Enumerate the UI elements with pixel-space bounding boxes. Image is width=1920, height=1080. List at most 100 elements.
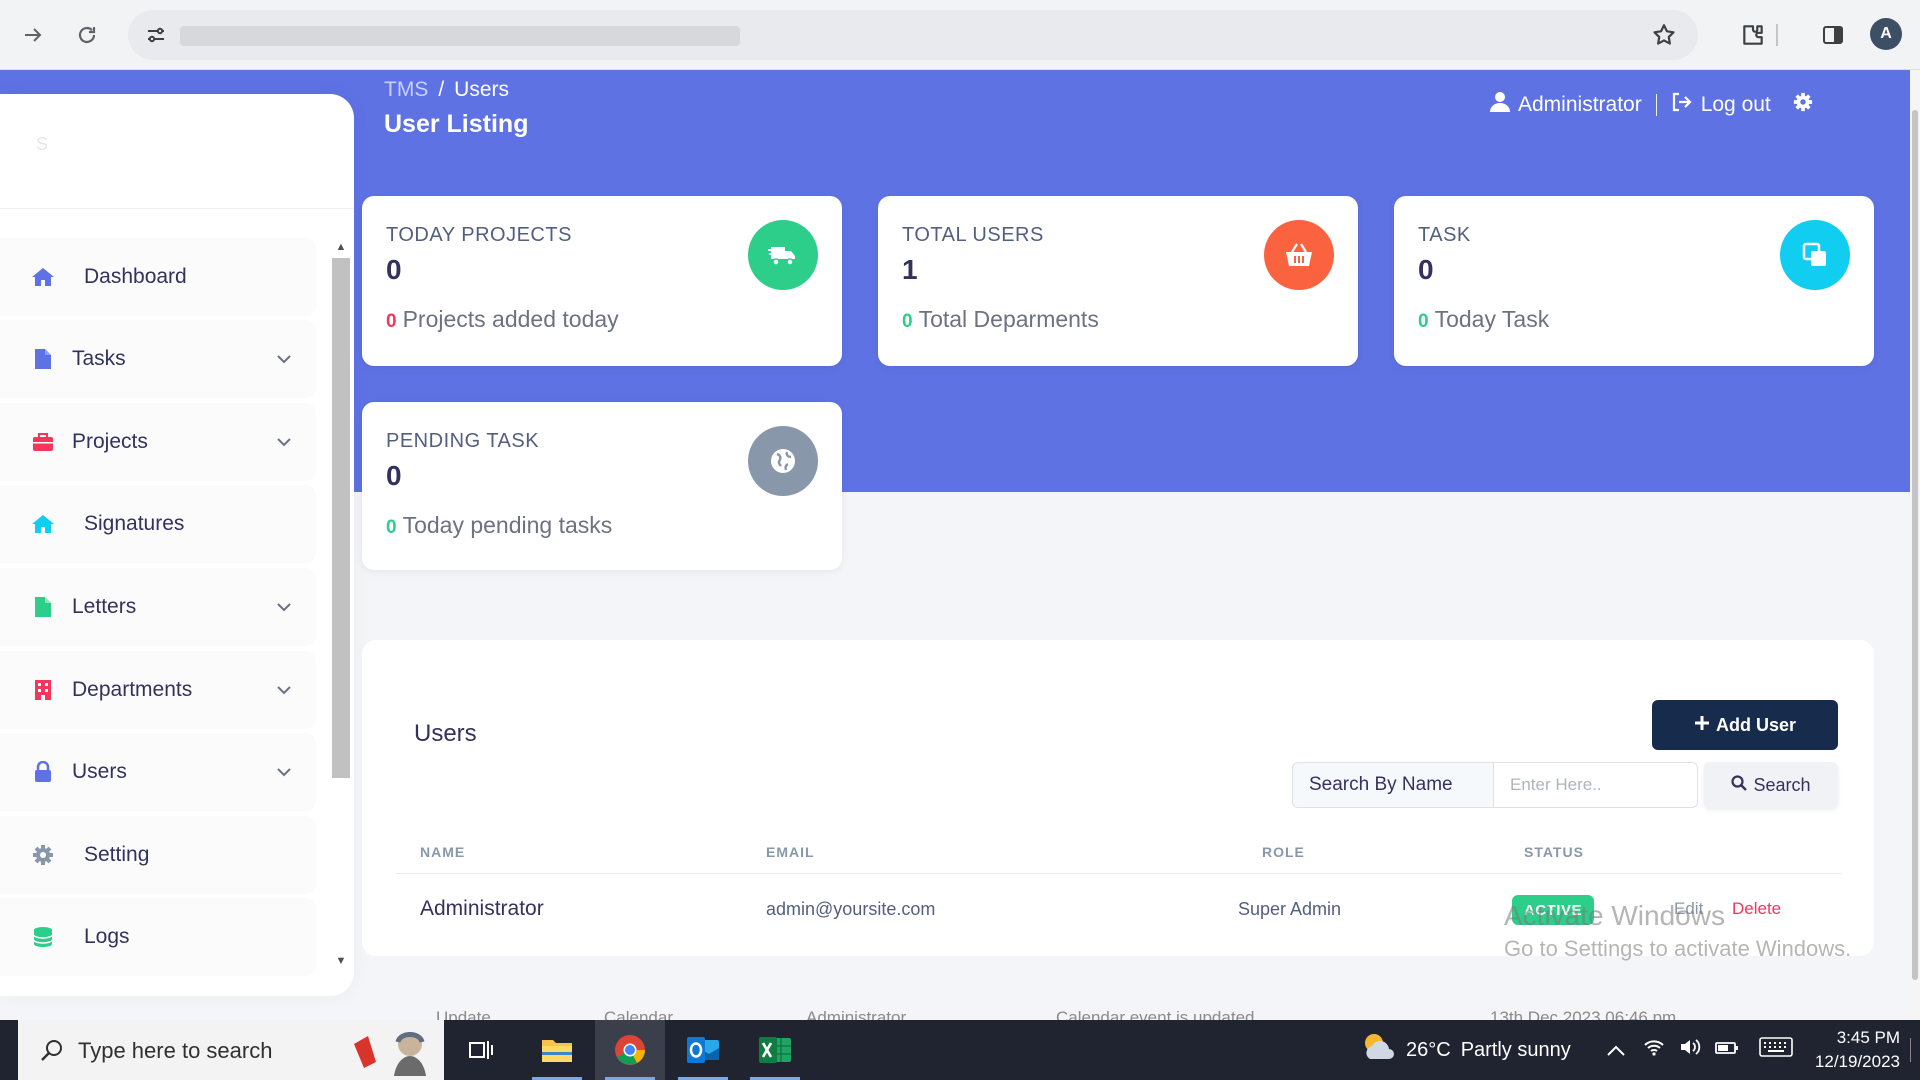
- card-value: 0: [386, 460, 402, 491]
- search-button[interactable]: Search: [1704, 762, 1838, 808]
- volume-icon[interactable]: [1679, 1037, 1701, 1063]
- show-desktop-button[interactable]: [1910, 1038, 1918, 1062]
- file-explorer-icon[interactable]: [522, 1020, 592, 1080]
- scroll-down-arrow-icon[interactable]: ▼: [334, 954, 348, 968]
- sidebar-item-users[interactable]: Users: [0, 733, 316, 811]
- chevron-up-icon[interactable]: [1607, 1039, 1625, 1062]
- briefcase-icon: [30, 429, 56, 455]
- add-user-button[interactable]: Add User: [1652, 700, 1838, 750]
- forward-icon[interactable]: [16, 18, 50, 52]
- url-text: [180, 26, 740, 46]
- profile-avatar[interactable]: A: [1870, 18, 1902, 50]
- clock-time: 3:45 PM: [1836, 1028, 1900, 1047]
- column-header-status: STATUS: [1524, 844, 1584, 860]
- weather-condition: Partly sunny: [1460, 1038, 1571, 1061]
- card-value: 1: [902, 254, 918, 285]
- basket-icon: [1264, 220, 1334, 290]
- stat-card-total-users: TOTAL USERS 1 0 Total Deparments: [878, 196, 1358, 366]
- card-sub-number: 0: [386, 311, 397, 332]
- chevron-down-icon: [274, 349, 294, 369]
- card-sub-label: Total Deparments: [918, 306, 1099, 332]
- sidebar-item-departments[interactable]: Departments: [0, 651, 316, 729]
- page-scrollbar[interactable]: [1910, 70, 1920, 1020]
- lock-icon: [30, 759, 56, 785]
- taskbar-search-box[interactable]: Type here to search: [18, 1020, 444, 1080]
- sidebar-item-dashboard[interactable]: Dashboard: [0, 238, 316, 316]
- partly-sunny-icon: [1360, 1031, 1396, 1069]
- sidebar-item-signatures[interactable]: Signatures: [0, 485, 316, 563]
- card-title: TASK: [1418, 224, 1471, 246]
- battery-icon[interactable]: [1714, 1039, 1739, 1062]
- logout-icon: [1671, 92, 1693, 118]
- home-icon: [30, 511, 56, 537]
- home-icon: [30, 264, 56, 290]
- column-header-role: ROLE: [1262, 844, 1305, 860]
- sidebar-item-projects[interactable]: Projects: [0, 403, 316, 481]
- chrome-icon[interactable]: [595, 1020, 665, 1080]
- add-user-label: Add User: [1715, 714, 1796, 735]
- card-title: TOTAL USERS: [902, 224, 1044, 246]
- outlook-icon[interactable]: [668, 1020, 738, 1080]
- excel-icon[interactable]: [740, 1020, 810, 1080]
- system-tray: 26°C Partly sunny: [1360, 1020, 1793, 1080]
- copy-icon: [1780, 220, 1850, 290]
- card-subtext: 0 Today pending tasks: [386, 512, 612, 539]
- settings-button[interactable]: [1793, 92, 1813, 118]
- sidebar-item-logs[interactable]: Logs: [0, 898, 316, 976]
- topbar-actions: Administrator Log out: [1490, 90, 1813, 120]
- sidebar-item-label: Users: [72, 760, 127, 783]
- address-bar[interactable]: [128, 10, 1698, 60]
- brand-logo: S: [36, 134, 49, 154]
- card-sub-number: 0: [386, 517, 397, 538]
- chevron-down-icon: [274, 432, 294, 452]
- wifi-icon[interactable]: [1643, 1037, 1665, 1063]
- user-icon: [1490, 91, 1510, 119]
- extensions-icon[interactable]: [1736, 18, 1770, 52]
- side-panel-icon[interactable]: [1816, 18, 1850, 52]
- building-icon: [30, 677, 56, 703]
- taskbar-search-placeholder: Type here to search: [78, 1038, 273, 1063]
- browser-toolbar: A: [0, 0, 1920, 70]
- user-name-cell: Administrator: [420, 897, 544, 920]
- plus-icon: [1694, 715, 1710, 736]
- file-icon: [30, 594, 56, 620]
- card-sub-number: 0: [1418, 311, 1429, 332]
- taskbar-clock[interactable]: 3:45 PM 12/19/2023: [1780, 1026, 1900, 1074]
- reload-icon[interactable]: [70, 18, 104, 52]
- logout-link[interactable]: Log out: [1671, 92, 1771, 118]
- chevron-down-icon: [274, 680, 294, 700]
- column-header-email: EMAIL: [766, 844, 815, 860]
- chevron-down-icon: [274, 762, 294, 782]
- sidebar-item-label: Letters: [72, 595, 137, 618]
- breadcrumb-current: Users: [454, 78, 510, 101]
- sidebar-scrollbar[interactable]: ▲ ▼: [330, 238, 352, 978]
- sidebar-item-letters[interactable]: Letters: [0, 568, 316, 646]
- breadcrumb-root-link[interactable]: TMS: [384, 78, 428, 101]
- page-scrollbar-thumb[interactable]: [1912, 110, 1918, 980]
- search-highlight-icon: [348, 1024, 442, 1076]
- user-role-cell: Super Admin: [1238, 899, 1342, 919]
- card-title: TODAY PROJECTS: [386, 224, 572, 246]
- user-menu[interactable]: Administrator: [1490, 91, 1642, 119]
- users-heading: Users: [414, 720, 477, 747]
- watermark-subtitle: Go to Settings to activate Windows.: [1504, 936, 1852, 961]
- stat-card-today-projects: TODAY PROJECTS 0 0 Projects added today: [362, 196, 842, 366]
- scroll-up-arrow-icon[interactable]: ▲: [334, 240, 348, 254]
- site-settings-icon[interactable]: [140, 19, 172, 51]
- sidebar-item-label: Logs: [84, 925, 130, 948]
- sidebar-item-label: Tasks: [72, 347, 126, 370]
- database-icon: [30, 924, 56, 950]
- sidebar-item-tasks[interactable]: Tasks: [0, 320, 316, 398]
- watermark-title: Activate Windows: [1504, 900, 1725, 931]
- chevron-down-icon: [274, 597, 294, 617]
- bookmark-star-icon[interactable]: [1648, 19, 1680, 51]
- stat-card-pending-task: PENDING TASK 0 0 Today pending tasks: [362, 402, 842, 570]
- weather-widget[interactable]: 26°C Partly sunny: [1360, 1031, 1571, 1069]
- column-header-name: NAME: [420, 844, 466, 860]
- page-title: User Listing: [384, 110, 529, 138]
- sidebar-item-setting[interactable]: Setting: [0, 816, 316, 894]
- task-view-icon[interactable]: [446, 1020, 516, 1080]
- gear-icon: [30, 842, 56, 868]
- scrollbar-thumb[interactable]: [332, 258, 350, 778]
- search-input[interactable]: [1494, 762, 1698, 808]
